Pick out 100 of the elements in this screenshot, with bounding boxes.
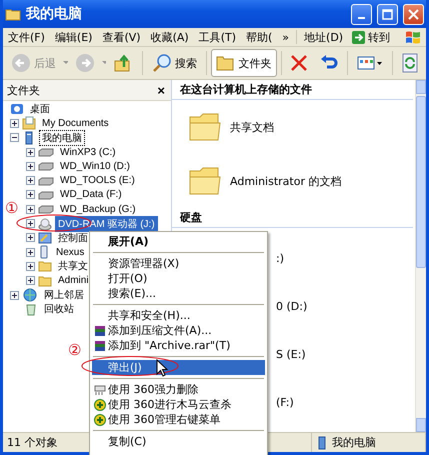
delete-icon — [290, 54, 308, 72]
expand-toggle[interactable] — [26, 204, 35, 214]
drive-name[interactable]: :) — [276, 252, 284, 264]
tree-item[interactable]: WD_Backup (G:) — [57, 202, 139, 216]
step-number: ① — [5, 200, 18, 216]
menu-item[interactable]: 文件(F) — [3, 30, 50, 44]
menu-item[interactable]: 使用 360进行木马云查杀 — [92, 397, 265, 412]
expand-toggle[interactable] — [10, 118, 19, 128]
drive-name[interactable]: 0 (D:) — [276, 300, 308, 312]
menu-item[interactable]: 打开(O) — [92, 271, 265, 286]
menu-item[interactable]: 共享和安全(H)... — [92, 308, 265, 323]
folder-name[interactable]: 共享文档 — [230, 120, 274, 134]
expand-toggle[interactable] — [26, 176, 35, 186]
expand-toggle[interactable] — [10, 290, 19, 300]
address-label: 地址(D) — [303, 30, 344, 44]
plus-icon — [27, 234, 34, 242]
tree-item[interactable]: Nexus — [53, 246, 88, 259]
folder-name[interactable]: Administrator 的文档 — [230, 174, 342, 188]
folders-button[interactable]: 文件夹 — [210, 49, 277, 77]
collapse-toggle[interactable] — [10, 133, 19, 142]
tree-item[interactable]: Admini — [55, 274, 92, 288]
expand-toggle[interactable] — [26, 219, 35, 228]
drive-name[interactable]: (F:) — [276, 396, 294, 408]
control-panel-icon — [38, 230, 52, 245]
more-menu-chevron[interactable]: » — [277, 30, 294, 44]
expand-toggle[interactable] — [26, 276, 35, 286]
go-button[interactable]: 转到 — [348, 30, 394, 44]
folder-icon — [38, 274, 52, 288]
window-title: 我的电脑 — [26, 5, 83, 23]
flag-logo — [404, 30, 422, 44]
archive-icon — [94, 340, 106, 352]
menu-item[interactable]: 添加到压缩文件(A)... — [92, 323, 265, 338]
minimize-icon — [358, 16, 365, 18]
pane-title: 文件夹 — [7, 82, 40, 98]
expand-toggle[interactable] — [26, 262, 35, 271]
recycle-bin-icon — [24, 302, 38, 316]
menu-item[interactable]: 帮助( — [241, 30, 278, 44]
plus-icon — [27, 220, 34, 228]
object-count: 11 个对象 — [7, 435, 58, 450]
tree-item[interactable]: 桌面 — [27, 101, 53, 118]
plus-icon — [27, 191, 34, 198]
drive-name[interactable]: S (E:) — [276, 348, 306, 360]
expand-toggle[interactable] — [26, 162, 35, 171]
computer-icon — [316, 436, 328, 450]
menu-item[interactable]: 使用 360管理右键菜单 — [92, 412, 265, 427]
network-icon — [22, 288, 38, 302]
tree-item[interactable]: 我的电脑 — [39, 130, 85, 146]
section-header: 硬盘 — [172, 208, 413, 228]
menu-item[interactable]: 工具(T) — [194, 30, 241, 44]
tree-item[interactable]: 控制面 — [55, 230, 91, 246]
tree-item[interactable]: WD_Data (F:) — [57, 188, 125, 202]
close-pane-button[interactable]: × — [157, 82, 165, 98]
expand-toggle[interactable] — [26, 233, 35, 242]
close-icon — [408, 8, 419, 20]
maximize-button[interactable] — [377, 4, 398, 24]
expand-toggle[interactable] — [26, 248, 35, 257]
menu-item[interactable]: 搜索(E)... — [92, 286, 265, 301]
plus-badge-icon — [94, 414, 106, 426]
maximize-icon — [382, 8, 393, 20]
plus-icon — [27, 277, 34, 284]
menu-item[interactable]: 收藏(A) — [146, 30, 194, 44]
scrollbar[interactable] — [415, 80, 426, 432]
menu-item[interactable]: 展开(A) — [92, 234, 265, 249]
section-header: 在这台计算机上存储的文件 — [172, 80, 413, 100]
arrow-icon — [352, 30, 366, 44]
expand-toggle[interactable] — [26, 190, 35, 200]
menu-item[interactable]: 弹出(J) — [92, 360, 265, 375]
minimize-button[interactable] — [351, 4, 372, 24]
menu-item[interactable]: 添加到 "Archive.rar"(T) — [92, 338, 265, 353]
menu-item[interactable]: 使用 360强力删除 — [92, 382, 265, 397]
plus-icon — [27, 148, 34, 156]
tree-item[interactable]: 网上邻居 — [41, 287, 87, 304]
tree-item[interactable]: WD_TOOLS (E:) — [57, 174, 138, 188]
folder-icon — [216, 54, 236, 72]
menu-item[interactable]: 资源管理器(X) — [92, 256, 265, 271]
plus-icon — [27, 177, 34, 184]
menu-item[interactable]: 查看(V) — [97, 30, 146, 44]
tree-item[interactable]: 回收站 — [41, 301, 77, 318]
tree-item[interactable]: 共享文 — [55, 258, 91, 274]
cd-drive-icon — [38, 216, 52, 231]
menu-item[interactable]: 编辑(E) — [50, 30, 98, 44]
mouse-cursor-icon — [156, 359, 168, 377]
phone-icon — [38, 245, 50, 260]
documents-folder-icon — [22, 116, 36, 130]
shredder-icon — [94, 384, 106, 396]
plus-icon — [11, 120, 18, 127]
tree-item[interactable]: My Documents — [39, 116, 112, 130]
plus-icon — [27, 262, 34, 270]
plus-icon — [11, 292, 18, 298]
folder-icon — [188, 111, 222, 143]
close-button[interactable] — [403, 4, 424, 24]
plus-icon — [27, 162, 34, 170]
search-button[interactable]: 搜索 — [146, 49, 202, 77]
plus-badge-icon — [94, 398, 106, 410]
views-icon — [357, 55, 384, 71]
expand-toggle[interactable] — [26, 148, 35, 157]
menu-item[interactable]: 复制(C) — [92, 434, 265, 449]
tree-item[interactable]: WD_Win10 (D:) — [57, 160, 134, 173]
desktop-icon — [10, 102, 24, 116]
tree-item[interactable]: WinXP3 (C:) — [57, 146, 119, 159]
